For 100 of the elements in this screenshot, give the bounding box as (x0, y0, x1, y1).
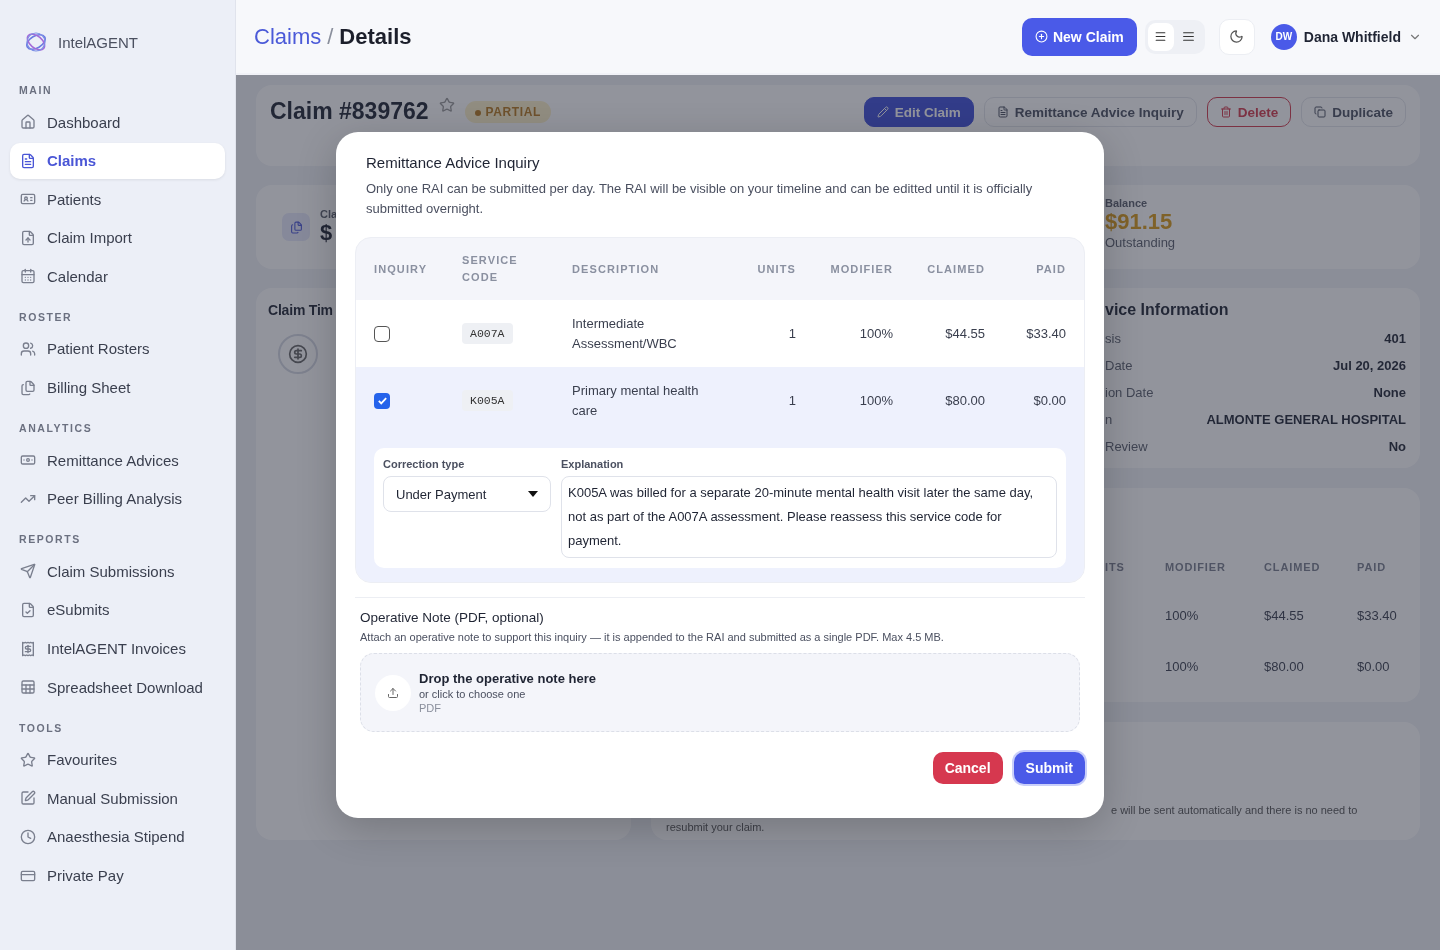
edit-icon (20, 790, 36, 807)
sidebar-item[interactable]: Manual Submission (10, 780, 225, 817)
correction-type-select[interactable]: Under Payment (383, 476, 551, 512)
info-value: ALMONTE GENERAL HOSPITAL (1206, 412, 1406, 427)
drop-title: Drop the operative note here (419, 671, 596, 686)
checkbox[interactable] (374, 325, 390, 342)
service-code: K005A (462, 390, 513, 411)
sidebar-item[interactable]: Private Pay (10, 857, 225, 894)
checkbox[interactable] (374, 392, 390, 409)
table-row[interactable] (356, 367, 1084, 582)
theme-button[interactable] (1218, 18, 1255, 55)
receipt-icon (20, 640, 36, 657)
column-header: DESCRIPTION (572, 261, 661, 277)
sidebar-item[interactable]: Calendar (10, 258, 225, 295)
table-cell-text: $0.00 (1032, 393, 1066, 408)
table-cell-text: $80.00 (944, 393, 985, 408)
sidebar-item[interactable]: Remittance Advices (10, 442, 225, 479)
view-option-button[interactable] (1147, 22, 1174, 51)
document-icon (20, 152, 36, 169)
sidebar-item[interactable]: Spreadsheet Download (10, 669, 225, 706)
explanation-field[interactable]: K005A was billed for a separate 20-minute mental health visit later the same day, not as part of the A007A assessment. Please reassess this service code for payment. (561, 476, 1057, 558)
files-icon (20, 379, 36, 396)
column-header: CLAIMED (1264, 561, 1322, 573)
table-cell-text: $44.55 (1264, 608, 1305, 623)
users-icon (20, 340, 36, 357)
upload-icon (375, 674, 411, 711)
sidebar-item[interactable]: Billing Sheet (10, 369, 225, 406)
table-cell-text: 100% (858, 326, 893, 341)
action-button[interactable]: Remittance Advice Inquiry (983, 97, 1197, 127)
info-label: n (1105, 412, 1113, 427)
table-cell-text: 100% (1165, 608, 1200, 623)
table-cell-text: $0.00 (1357, 659, 1391, 674)
cancel-button[interactable]: Cancel (932, 752, 1003, 784)
sidebar-item[interactable]: eSubmits (10, 591, 225, 628)
sidebar-item[interactable]: Claim Import (10, 219, 225, 256)
field-label: Explanation (561, 458, 625, 470)
sidebar-item[interactable]: Claim Submissions (10, 553, 225, 590)
info-value: Jul 20, 2026 (1333, 358, 1406, 373)
column-header: UNITS (756, 261, 796, 277)
user-name[interactable]: Dana Whitfield (1303, 28, 1401, 45)
table-row[interactable]: A007A Intermediate Assessment/WBC 1 100% $44.55 $33.40 (356, 300, 1084, 367)
dialog-title: Remittance Advice Inquiry (365, 154, 541, 171)
card-title: Claim Tim (268, 302, 334, 318)
breadcrumb-separator: / (327, 23, 334, 50)
sidebar-item[interactable]: Peer Billing Analysis (10, 480, 225, 517)
column-header: MODIFIER (829, 261, 893, 277)
info-value: None (1373, 385, 1406, 400)
table-icon (20, 679, 36, 696)
section-title: MAIN (18, 84, 54, 96)
column-header: ITS (1105, 561, 1126, 573)
table-cell-text: 100% (858, 393, 893, 408)
submit-button[interactable]: Submit (1013, 752, 1085, 784)
star-icon[interactable] (438, 97, 455, 113)
table-cell-text: Intermediate Assessment/WBC (572, 314, 678, 353)
sidebar-item[interactable]: Claims (10, 142, 225, 179)
sidebar-item[interactable]: Patients (10, 181, 225, 218)
balance-label: Balance (1105, 197, 1149, 209)
drop-subtitle: or click to choose one (419, 688, 527, 700)
table-cell-text: $33.40 (1025, 326, 1066, 341)
column-header: PAID (1035, 261, 1066, 277)
dollar-icon (278, 334, 318, 374)
card-title: vice Information (1105, 301, 1230, 319)
info-label: sis (1105, 331, 1121, 346)
sidebar-item[interactable]: IntelAGENT Invoices (10, 630, 225, 667)
list-icon (1182, 30, 1196, 43)
action-button[interactable]: Duplicate (1301, 97, 1406, 127)
home-icon (20, 114, 36, 130)
section-title: TOOLS (18, 721, 64, 734)
table-cell-text: $33.40 (1357, 608, 1398, 623)
sidebar-item[interactable]: Dashboard (10, 104, 225, 140)
user-avatar[interactable]: DW (1270, 23, 1297, 50)
section-title: ROSTER (18, 310, 74, 323)
sidebar-item[interactable]: Patient Rosters (10, 330, 225, 367)
section-title: Operative Note (PDF, optional) (360, 610, 545, 625)
dialog-description: Only one RAI can be submitted per day. The RAI will be visible on your timeline and can be editted until it is officially submitted overnight. (365, 180, 1034, 218)
stat-label: Cla (320, 208, 338, 220)
sidebar-item[interactable]: Favourites (10, 741, 225, 778)
copy-icon (1314, 106, 1327, 118)
table-cell-text: $80.00 (1264, 659, 1305, 674)
moon-icon (1229, 29, 1245, 44)
section-title: REPORTS (18, 533, 82, 546)
info-label: Date (1105, 358, 1133, 373)
notice-text: e will be sent automatically and there is no need to (1111, 804, 1359, 816)
column-header: INQUIRY (374, 261, 429, 277)
table-cell-text: Primary mental health care (572, 381, 700, 420)
drop-zone[interactable]: Drop the operative note here or click to choose one PDF (360, 653, 1080, 732)
section-hint: Attach an operative note to support this inquiry — it is appended to the RAI and submitted as a single PDF. Max 4.5 MB. (360, 631, 945, 643)
plus-icon (1034, 30, 1048, 43)
claim-title: Claim #839762 (270, 97, 429, 125)
table-cell-text: 1 (787, 326, 796, 341)
balance-note: Outstanding (1105, 235, 1177, 250)
page-title: Details (339, 23, 412, 50)
new-claim-button[interactable]: New Claim (1021, 17, 1137, 56)
files-icon (282, 213, 310, 241)
sidebar-item[interactable]: Anaesthesia Stipend (10, 818, 225, 855)
table-cell-text: 1 (787, 393, 796, 408)
file-upload-icon (20, 229, 36, 246)
breadcrumb-link[interactable]: Claims (254, 23, 322, 50)
check-icon (376, 395, 388, 406)
calendar-icon (20, 268, 36, 285)
